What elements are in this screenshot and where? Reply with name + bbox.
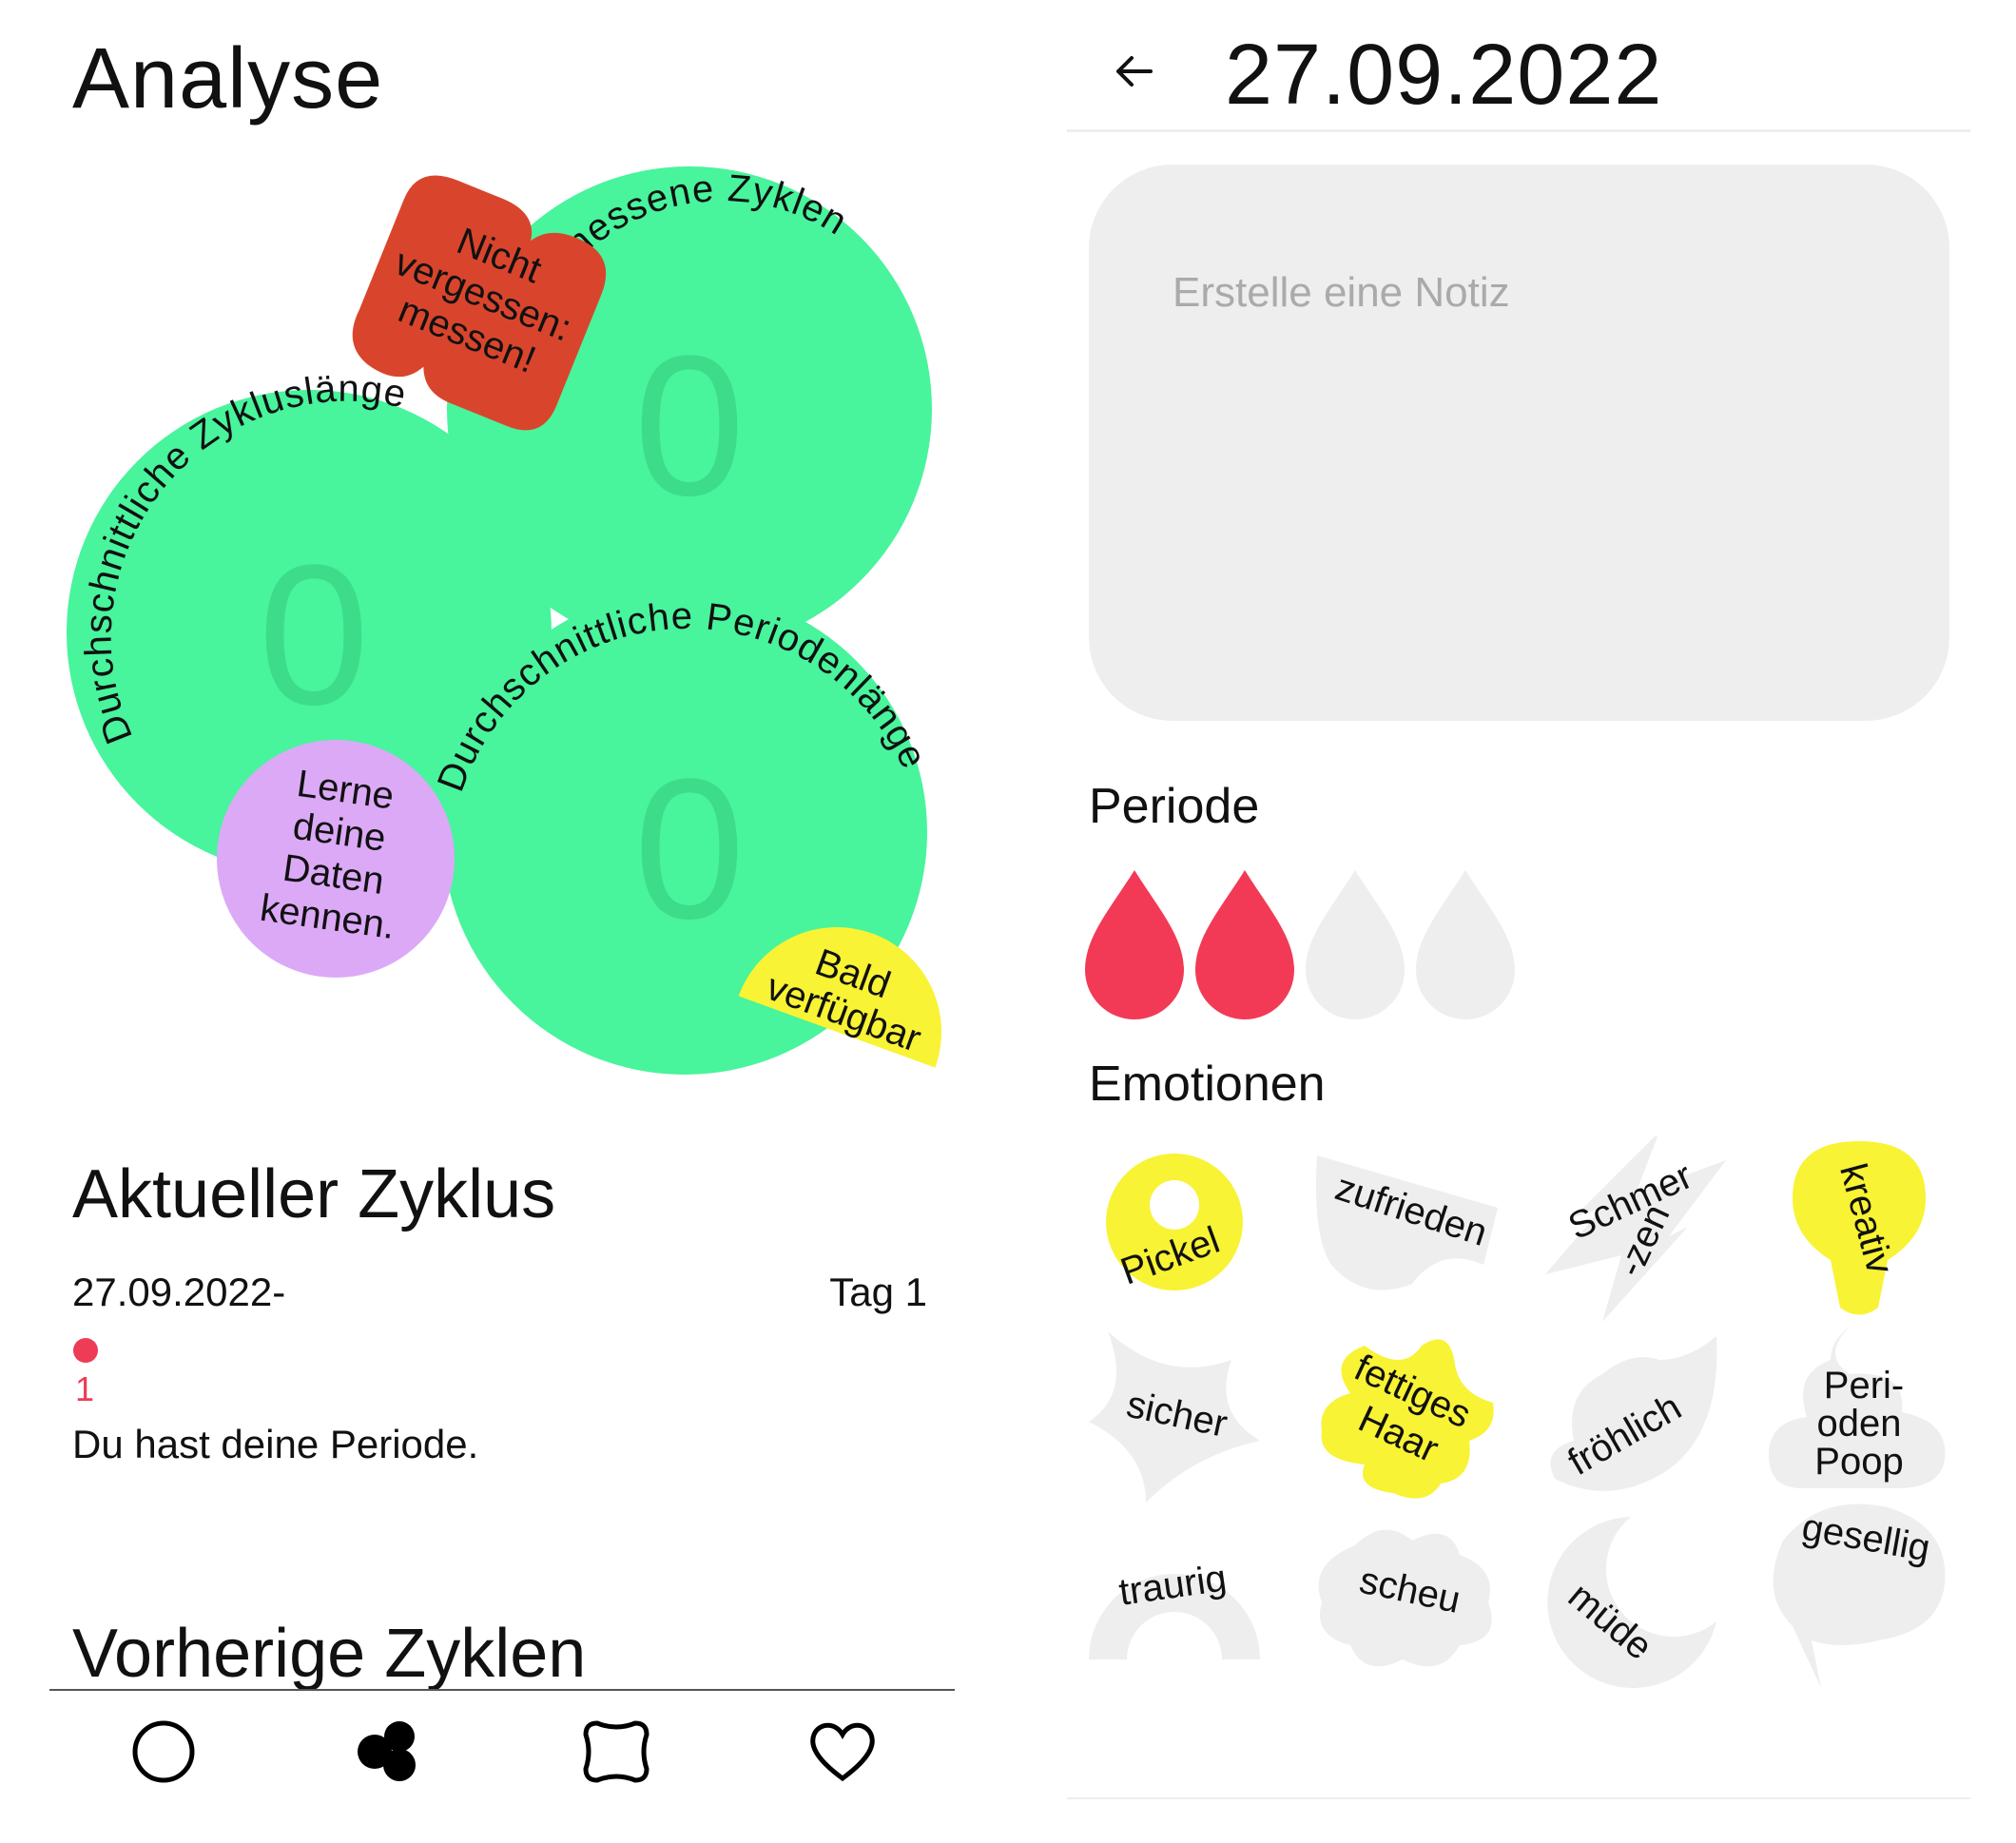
emotion-perioden-poop[interactable]: Peri- oden Poop [1769, 1327, 1946, 1488]
emotion-schmerzen[interactable]: Schmer -zen [1545, 1136, 1726, 1322]
emotions-section-title: Emotionen [1089, 1057, 1326, 1112]
emotion-kreativ[interactable]: kreativ [1793, 1141, 1926, 1315]
bottom-navigation [49, 1689, 955, 1843]
period-intensity-drops [1085, 870, 1515, 1019]
current-cycle-day: Tag 1 [829, 1270, 927, 1314]
nav-rounded-square-icon[interactable] [578, 1714, 654, 1790]
emotion-zufrieden[interactable]: zufrieden [1316, 1155, 1498, 1290]
nav-heart-icon[interactable] [804, 1714, 881, 1790]
stats-bubbles: 0 0 0 Gemessene Zyklen Durchschnittliche… [67, 166, 941, 1075]
note-input[interactable]: Erstelle eine Notiz [1089, 165, 1949, 721]
emotions-grid: Pickel zufrieden Schmer -zen kreativ sic… [1089, 1136, 1946, 1688]
note-placeholder: Erstelle eine Notiz [1173, 269, 1510, 316]
bottom-divider [1067, 1797, 1970, 1799]
emotion-poop-label-3: Poop [1814, 1441, 1903, 1483]
emotion-muede[interactable]: müde [1547, 1517, 1716, 1688]
detail-date-title: 27.09.2022 [1225, 28, 1663, 123]
back-arrow-icon[interactable] [1101, 38, 1168, 105]
avg-period-length-value: 0 [634, 737, 746, 960]
page-title: Analyse [72, 31, 384, 126]
measured-cycles-value: 0 [634, 314, 746, 537]
emotion-sicher[interactable]: sicher [1089, 1331, 1260, 1503]
previous-cycles-title: Vorherige Zyklen [72, 1617, 587, 1692]
period-day-dot[interactable] [73, 1338, 98, 1363]
emotion-pickel[interactable]: Pickel [1106, 1154, 1243, 1293]
nav-circle-icon[interactable] [126, 1714, 202, 1790]
nav-blob-cluster-icon[interactable] [352, 1714, 428, 1790]
period-drop-4[interactable] [1416, 870, 1515, 1019]
emotion-scheu[interactable]: scheu [1318, 1529, 1492, 1667]
emotion-fettiges-haar[interactable]: fettiges Haar [1321, 1339, 1494, 1499]
emotion-poop-label-1: Peri- [1824, 1365, 1904, 1406]
current-cycle-title: Aktueller Zyklus [72, 1156, 556, 1232]
emotion-traurig[interactable]: traurig [1089, 1557, 1260, 1659]
period-day-number: 1 [75, 1369, 95, 1408]
period-drop-2[interactable] [1195, 870, 1294, 1019]
header-divider [1067, 129, 1970, 132]
period-section-title: Periode [1089, 779, 1260, 834]
emotion-gesellig[interactable]: gesellig [1773, 1504, 1946, 1688]
period-drop-1[interactable] [1085, 870, 1184, 1019]
period-drop-3[interactable] [1306, 870, 1405, 1019]
emotion-poop-label-2: oden [1817, 1403, 1902, 1445]
period-status-message: Du hast deine Periode. [72, 1422, 479, 1466]
current-cycle-date: 27.09.2022- [72, 1270, 286, 1314]
avg-cycle-length-value: 0 [259, 523, 370, 747]
emotion-froehlich[interactable]: fröhlich [1550, 1336, 1717, 1491]
